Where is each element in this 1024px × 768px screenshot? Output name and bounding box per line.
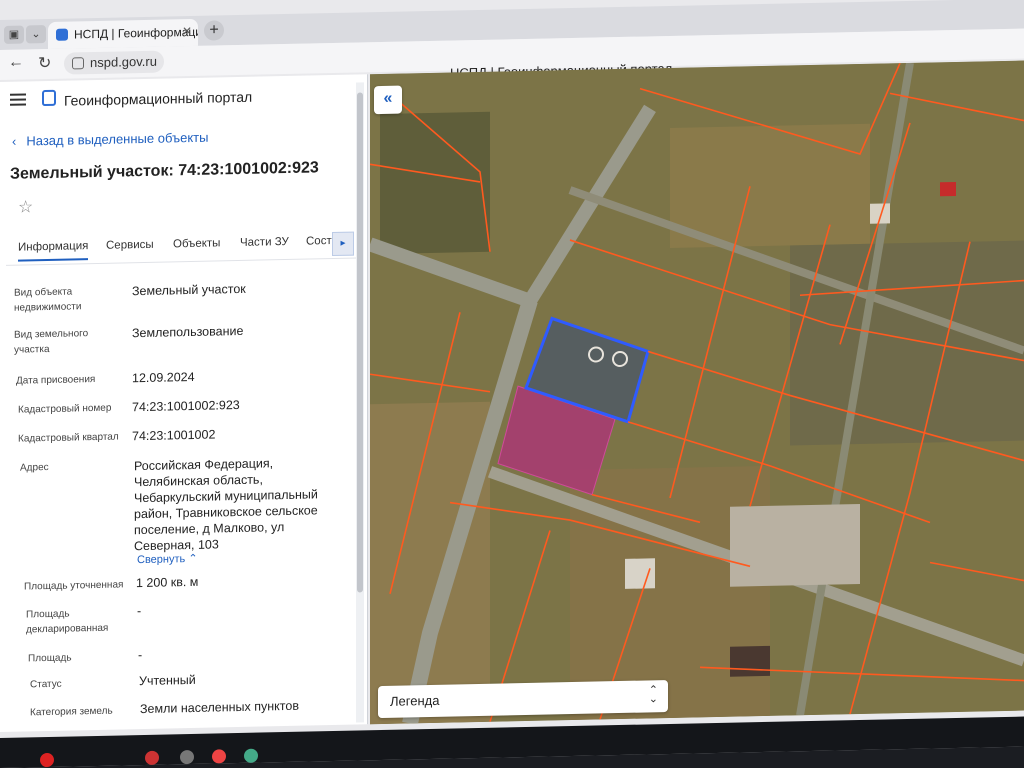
property-label: Площадь декларированная: [26, 608, 109, 636]
scrollbar-thumb[interactable]: [357, 92, 363, 593]
chevron-down-icon[interactable]: ⌄: [26, 25, 46, 44]
property-label: Площадь уточненная: [24, 579, 124, 593]
property-row: Площадь декларированная -: [0, 601, 356, 635]
property-row: Площадь уточненная 1 200 кв. м: [0, 573, 356, 593]
collapse-address-link[interactable]: Свернуть ⌃: [137, 552, 198, 566]
property-label: Адрес: [20, 461, 49, 474]
tab-objects[interactable]: Объекты: [173, 237, 220, 250]
tab-parts[interactable]: Части ЗУ: [240, 236, 289, 249]
property-row: Статус Учтенный: [0, 671, 356, 690]
property-row: Кадастровый номер 74:23:1001002:923: [0, 396, 356, 416]
panel-scrollbar[interactable]: [356, 82, 364, 723]
url-text: nspd.gov.ru: [90, 53, 157, 71]
browser-tab[interactable]: НСПД | Геоинформацио ✕: [48, 18, 198, 49]
building: [730, 645, 770, 677]
property-label: Статус: [30, 678, 62, 691]
menu-icon[interactable]: [10, 93, 26, 108]
property-value: -: [138, 648, 143, 663]
field-patch: [670, 123, 870, 248]
property-label: Вид земельного участка: [14, 328, 89, 356]
field-patch: [370, 401, 490, 725]
field-patch: [790, 240, 1024, 446]
favorite-star-icon[interactable]: ☆: [18, 197, 33, 217]
property-value: Учтенный: [139, 672, 196, 689]
building: [940, 181, 956, 197]
taskbar-app-icon[interactable]: [180, 749, 194, 765]
satellite-map: [370, 60, 1024, 725]
site-info-icon[interactable]: [72, 57, 84, 70]
favicon-icon: [56, 28, 68, 41]
window-menu-icon[interactable]: ▣: [4, 25, 24, 44]
property-label: Дата присвоения: [16, 374, 96, 387]
legend-dropdown[interactable]: Легенда ⌃ ⌄: [378, 680, 668, 719]
back-arrow-icon[interactable]: ←: [8, 53, 24, 71]
close-icon[interactable]: ✕: [182, 24, 192, 38]
property-label: Кадастровый квартал: [18, 431, 119, 445]
plus-icon[interactable]: +: [204, 20, 224, 41]
property-value: 74:23:1001002: [132, 427, 216, 444]
parcel-title: Земельный участок: 74:23:1001002:923: [10, 159, 319, 183]
taskbar-app-icon[interactable]: [244, 748, 258, 763]
property-row: Дата присвоения 12.09.2024: [0, 367, 356, 387]
property-row: Кадастровый квартал 74:23:1001002: [0, 425, 356, 444]
screen: ▣ ⌄ НСПД | Геоинформацио ✕ + ← ↻ nspd.go…: [0, 0, 1024, 768]
map-view[interactable]: « Легенда ⌃ ⌄: [370, 60, 1024, 725]
back-link[interactable]: ‹ Назад в выделенные объекты: [12, 130, 208, 149]
info-tabs: Информация Сервисы Объекты Части ЗУ Сост…: [6, 230, 358, 266]
chevron-left-icon: ‹: [12, 133, 17, 149]
building: [625, 558, 655, 589]
tab-info[interactable]: Информация: [18, 240, 89, 262]
taskbar-app-icon[interactable]: [145, 750, 159, 765]
tabs-scroll-right-icon[interactable]: ▸: [332, 231, 354, 257]
property-label: Вид объекта недвижимости: [14, 286, 82, 314]
property-row: Адрес Российская Федерация, Челябинская …: [0, 454, 356, 553]
property-value: -: [137, 604, 142, 619]
address-value: Российская Федерация, Челябинская област…: [134, 456, 318, 554]
property-value: Земельный участок: [132, 281, 246, 299]
tab-title: НСПД | Геоинформацио: [74, 24, 198, 42]
property-row: Площадь -: [0, 645, 356, 664]
url-field[interactable]: nspd.gov.ru: [64, 50, 164, 75]
chevron-up-icon: ⌃: [188, 552, 198, 566]
property-label: Категория земель: [30, 705, 113, 719]
taskbar-app-icon[interactable]: [212, 749, 226, 764]
portal-title: Геоинформационный портал: [64, 88, 253, 109]
tab-services[interactable]: Сервисы: [106, 239, 154, 252]
property-label: Площадь: [28, 652, 72, 665]
property-list: Вид объекта недвижимости Земельный участ…: [0, 271, 356, 719]
yandex-browser-icon[interactable]: [40, 752, 54, 768]
property-value: 1 200 кв. м: [136, 574, 199, 591]
building: [870, 203, 890, 224]
property-value: 74:23:1001002:923: [132, 397, 240, 415]
collapse-label: Свернуть: [137, 553, 186, 567]
reload-icon[interactable]: ↻: [38, 53, 51, 73]
property-row: Вид объекта недвижимости Земельный участ…: [0, 279, 356, 314]
property-value: Землепользование: [132, 323, 244, 341]
property-row: Категория земель Земли населенных пункто…: [0, 699, 356, 719]
object-info-panel: Геоинформационный портал ‹ Назад в выделе…: [0, 74, 368, 732]
property-label: Кадастровый номер: [18, 402, 112, 416]
chevron-updown-icon: ⌃ ⌄: [648, 684, 658, 706]
building-lot: [730, 503, 860, 587]
back-link-label: Назад в выделенные объекты: [26, 129, 209, 149]
portal-logo-icon: [42, 89, 56, 107]
collapse-panel-button[interactable]: «: [374, 85, 402, 115]
legend-label: Легенда: [390, 692, 440, 709]
property-value: Земли населенных пунктов: [140, 698, 299, 717]
property-row: Вид земельного участка Землепользование: [0, 321, 356, 356]
property-value: 12.09.2024: [132, 369, 195, 386]
